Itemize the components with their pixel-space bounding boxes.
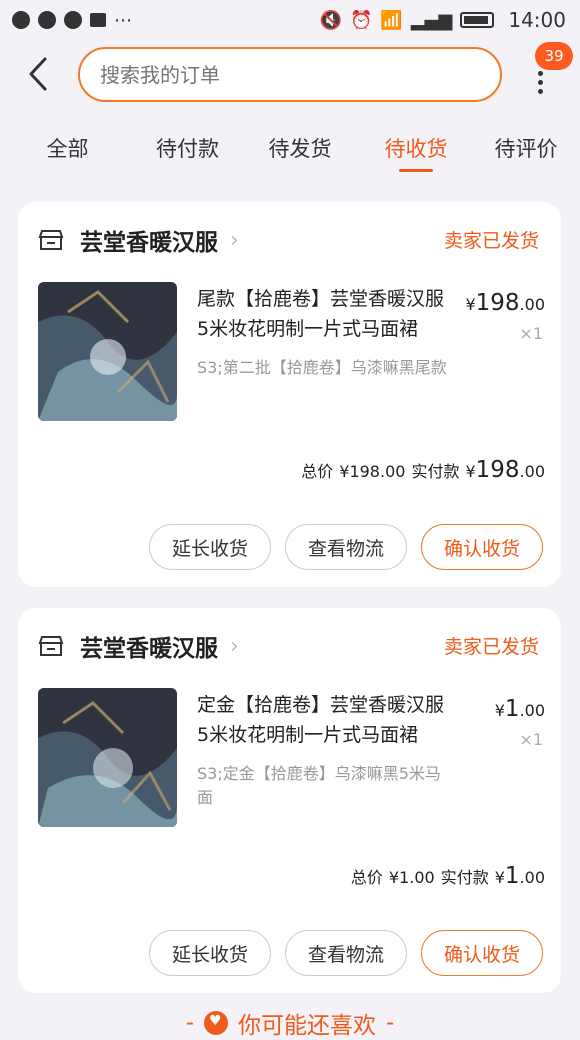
order-actions: 延长收货 查看物流 确认收货	[148, 524, 543, 570]
more-dot-icon	[537, 70, 543, 76]
recommend-label: 你可能还喜欢	[238, 1013, 376, 1039]
globe-icon	[38, 11, 56, 29]
shop-name: 芸堂香暖汉服	[80, 636, 218, 662]
order-actions: 延长收货 查看物流 确认收货	[148, 930, 543, 976]
product-title[interactable]: 定金【拾鹿卷】芸堂香暖汉服5米妆花明制一片式马面裙	[197, 690, 455, 750]
signal-icon: ▂▄▆	[410, 9, 453, 31]
paid-currency: ¥	[465, 462, 476, 481]
wifi-icon: 📶	[380, 9, 403, 31]
paid-integer: 1	[504, 863, 520, 889]
tab-pending-payment[interactable]: 待付款	[135, 115, 240, 180]
price-decimal: .00	[519, 701, 545, 720]
heart-icon	[204, 1011, 228, 1035]
status-time: 14:00	[508, 8, 566, 32]
tab-all[interactable]: 全部	[0, 115, 135, 180]
recommend-header: - 你可能还喜欢 -	[0, 1008, 580, 1039]
paid-decimal: .00	[519, 868, 545, 887]
tab-pending-review[interactable]: 待评价	[472, 115, 580, 180]
tab-label: 待评价	[494, 136, 558, 161]
unit-price: ¥198.00	[465, 290, 545, 316]
globe-icon	[12, 11, 30, 29]
product-image-art	[38, 282, 177, 421]
unit-price: ¥1.00	[495, 696, 545, 722]
product-image-art	[38, 688, 177, 827]
tab-pending-receipt[interactable]: 待收货	[360, 115, 472, 180]
view-logistics-button[interactable]: 查看物流	[284, 524, 407, 570]
shop-header[interactable]: 芸堂香暖汉服 ›	[38, 222, 239, 258]
confirm-receipt-button[interactable]: 确认收货	[420, 524, 543, 570]
image-icon	[90, 13, 106, 27]
order-status: 卖家已发货	[443, 636, 539, 658]
tab-label: 待发货	[268, 136, 332, 161]
store-icon	[38, 230, 64, 250]
store-icon	[38, 636, 64, 656]
mute-icon: 🔇	[319, 9, 342, 31]
tab-label: 全部	[46, 136, 89, 161]
total-label: 总价	[301, 462, 334, 481]
chevron-right-icon: ›	[230, 633, 239, 659]
alarm-icon: ⏰	[349, 9, 373, 31]
more-notifications-icon: ⋯	[114, 9, 132, 31]
paid-decimal: .00	[519, 462, 545, 481]
battery-icon	[460, 12, 495, 28]
product-image[interactable]	[38, 688, 177, 827]
tab-label: 待收货	[384, 136, 448, 161]
price-integer: 1	[504, 696, 520, 722]
order-card[interactable]: 芸堂香暖汉服 › 卖家已发货 定金【拾鹿卷】芸堂香暖汉服5米妆花明制一片式马面裙…	[18, 608, 561, 993]
shop-name: 芸堂香暖汉服	[80, 230, 218, 256]
view-logistics-button[interactable]: 查看物流	[284, 930, 407, 976]
globe-icon	[64, 11, 82, 29]
more-dot-icon	[537, 88, 543, 94]
active-tab-indicator	[399, 169, 433, 172]
header: 39	[0, 40, 580, 110]
paid-amount: ¥198.00	[465, 457, 545, 483]
tab-label: 待付款	[156, 136, 219, 161]
extend-receipt-button[interactable]: 延长收货	[148, 524, 271, 570]
paid-amount: ¥1.00	[495, 863, 545, 889]
product-image[interactable]	[38, 282, 177, 421]
dash-decoration: -	[185, 1010, 194, 1036]
status-bar: ⋯ 🔇 ⏰ 📶 ▂▄▆ 14:00	[0, 0, 580, 40]
search-input[interactable]	[100, 62, 500, 87]
order-total-row: 总价 ¥198.00 实付款 ¥198.00	[301, 457, 545, 483]
paid-currency: ¥	[494, 868, 505, 887]
chevron-right-icon: ›	[230, 227, 239, 253]
extend-receipt-button[interactable]: 延长收货	[148, 930, 271, 976]
price-currency: ¥	[494, 701, 505, 720]
back-button[interactable]	[20, 52, 56, 96]
price-decimal: .00	[519, 295, 545, 314]
paid-integer: 198	[475, 457, 520, 483]
product-title[interactable]: 尾款【拾鹿卷】芸堂香暖汉服5米妆花明制一片式马面裙	[197, 284, 455, 344]
tab-pending-shipment[interactable]: 待发货	[240, 115, 360, 180]
quantity: ×1	[519, 324, 543, 343]
paid-label: 实付款	[440, 868, 489, 887]
order-tabs: 全部 待付款 待发货 待收货 待评价	[0, 115, 580, 180]
price-currency: ¥	[465, 295, 476, 314]
total-value: ¥198.00	[339, 462, 406, 481]
paid-label: 实付款	[411, 462, 460, 481]
price-integer: 198	[475, 290, 520, 316]
total-label: 总价	[350, 868, 383, 887]
chevron-left-icon	[29, 57, 47, 91]
dash-decoration: -	[386, 1010, 395, 1036]
notification-badge: 39	[535, 42, 573, 70]
shop-header[interactable]: 芸堂香暖汉服 ›	[38, 628, 239, 664]
confirm-receipt-button[interactable]: 确认收货	[420, 930, 543, 976]
search-box[interactable]	[78, 47, 502, 102]
product-spec: S3;第二批【拾鹿卷】乌漆嘛黑尾款	[197, 358, 447, 377]
more-dot-icon	[537, 79, 543, 85]
order-total-row: 总价 ¥1.00 实付款 ¥1.00	[351, 863, 545, 889]
total-value: ¥1.00	[388, 868, 435, 887]
product-spec: S3;定金【拾鹿卷】乌漆嘛黑5米马面	[197, 764, 441, 807]
order-card[interactable]: 芸堂香暖汉服 › 卖家已发货 尾款【拾鹿卷】芸堂香暖汉服5米妆花明制一片式马面裙…	[18, 202, 561, 587]
quantity: ×1	[519, 730, 543, 749]
order-status: 卖家已发货	[443, 230, 539, 252]
